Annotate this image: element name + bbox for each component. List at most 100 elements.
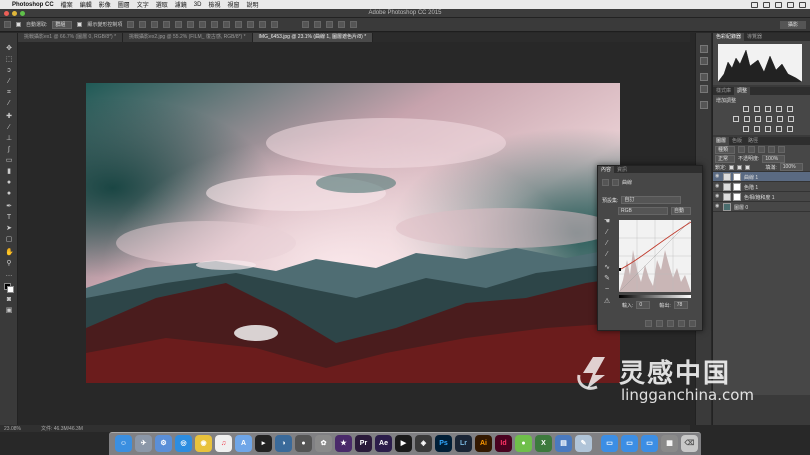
photoshop-icon[interactable]: Ps <box>435 435 452 452</box>
align-middle-button[interactable] <box>139 21 147 28</box>
dodge-tool-icon[interactable]: ● <box>5 190 13 197</box>
layer-mask-thumb[interactable] <box>733 173 741 181</box>
type-tool-icon[interactable]: T <box>5 214 13 221</box>
terminal-icon[interactable]: ▸ <box>255 435 272 452</box>
photo-filter-icon[interactable] <box>766 116 772 122</box>
tab-styles[interactable]: 樣式庫 <box>713 87 734 95</box>
color-balance-icon[interactable] <box>744 116 750 122</box>
safari-icon[interactable]: ◎ <box>175 435 192 452</box>
channel-dropdown[interactable]: RGB <box>618 207 668 215</box>
status-icon[interactable] <box>751 1 758 8</box>
clipping-warning-icon[interactable]: ⚠ <box>603 298 611 305</box>
trash-icon[interactable]: ⌫ <box>681 435 698 452</box>
align-left-button[interactable] <box>163 21 171 28</box>
menu-select[interactable]: 選取 <box>156 0 168 9</box>
pen-tool-icon[interactable]: ✒ <box>5 203 13 210</box>
tab-adjustments[interactable]: 調整 <box>734 87 751 95</box>
final-cut-icon[interactable]: ▶ <box>395 435 412 452</box>
tab-navigator[interactable]: 導覽器 <box>744 33 765 41</box>
layer-mask-thumb[interactable] <box>733 183 741 191</box>
imovie-icon[interactable]: ★ <box>335 435 352 452</box>
auto-button[interactable]: 自動 <box>671 207 692 215</box>
curves-graph[interactable] <box>619 220 691 292</box>
folder-icon[interactable]: ▭ <box>601 435 618 452</box>
menu-window[interactable]: 視窗 <box>227 0 239 9</box>
background-color-swatch[interactable] <box>7 286 14 293</box>
marquee-tool-icon[interactable]: ⬚ <box>5 56 13 63</box>
filter-smart-icon[interactable] <box>778 146 786 153</box>
quick-mask-icon[interactable]: ◙ <box>5 296 13 303</box>
document-image[interactable] <box>86 83 620 383</box>
color-lookup-icon[interactable] <box>788 116 794 122</box>
auto-select-checkbox[interactable] <box>16 22 21 27</box>
screen-mode-icon[interactable]: ▣ <box>5 307 13 314</box>
menu-type[interactable]: 文字 <box>137 0 149 9</box>
visibility-eye-icon[interactable]: ◉ <box>715 204 720 209</box>
selective-color-icon[interactable] <box>787 126 793 132</box>
lock-pixels-icon[interactable] <box>729 164 735 170</box>
menu-filter[interactable]: 濾鏡 <box>175 0 187 9</box>
layer-kind-filter[interactable]: 種類 <box>715 145 736 154</box>
transform-checkbox[interactable] <box>77 22 83 27</box>
clip-to-layer-button[interactable] <box>645 320 652 327</box>
lightroom-icon[interactable]: Lr <box>455 435 472 452</box>
davinci-icon[interactable]: ◈ <box>415 435 432 452</box>
align-right-button[interactable] <box>187 21 195 28</box>
gradient-tool-icon[interactable]: ▮ <box>5 168 13 175</box>
filter-pixel-icon[interactable] <box>738 146 746 153</box>
blend-mode-dropdown[interactable]: 正常 <box>715 154 736 163</box>
channel-mixer-icon[interactable] <box>777 116 783 122</box>
blur-tool-icon[interactable]: ● <box>5 179 13 186</box>
menu-image[interactable]: 影像 <box>99 0 111 9</box>
auto-align-button[interactable] <box>271 21 279 28</box>
lasso-tool-icon[interactable]: ↄ <box>5 67 13 74</box>
output-field[interactable]: 78 <box>673 301 688 309</box>
distribute-right-button[interactable] <box>259 21 267 28</box>
battery-icon[interactable] <box>775 1 782 8</box>
actions-panel-icon[interactable] <box>700 57 708 65</box>
menu-view[interactable]: 檢視 <box>208 0 220 9</box>
toggle-visibility-button[interactable] <box>678 320 685 327</box>
white-point-eyedropper-icon[interactable]: ⁄ <box>603 251 611 258</box>
color-panel-icon[interactable] <box>700 73 708 81</box>
vibrance-icon[interactable] <box>787 106 793 112</box>
menu-edit[interactable]: 編輯 <box>80 0 92 9</box>
distribute-bottom-button[interactable] <box>223 21 231 28</box>
menu-file[interactable]: 檔案 <box>61 0 73 9</box>
quick-select-tool-icon[interactable]: ⁄ <box>5 78 13 85</box>
lock-position-icon[interactable] <box>737 164 743 170</box>
indesign-icon[interactable]: Id <box>495 435 512 452</box>
tab-layers[interactable]: 圖層 <box>713 137 730 145</box>
excel-icon[interactable]: X <box>535 435 552 452</box>
black-point-eyedropper-icon[interactable]: ⁄ <box>603 229 611 236</box>
camera-icon[interactable]: ● <box>295 435 312 452</box>
tab-histogram[interactable]: 色彩紀錄器 <box>713 33 745 41</box>
search-icon[interactable] <box>787 1 794 8</box>
layer-row-base[interactable]: ◉ 圖層 0 <box>713 202 810 212</box>
align-bottom-button[interactable] <box>151 21 159 28</box>
wechat-icon[interactable]: ● <box>515 435 532 452</box>
visibility-eye-icon[interactable]: ◉ <box>715 184 720 189</box>
itunes-icon[interactable]: ♫ <box>215 435 232 452</box>
filter-adjust-icon[interactable] <box>748 146 756 153</box>
notes-icon[interactable]: ✎ <box>575 435 592 452</box>
launchpad-icon[interactable]: ✈ <box>135 435 152 452</box>
illustrator-icon[interactable]: Ai <box>475 435 492 452</box>
levels-icon[interactable] <box>754 106 760 112</box>
filter-type-icon[interactable] <box>758 146 766 153</box>
smooth-curve-icon[interactable]: ~ <box>603 286 611 293</box>
downloads-folder-icon[interactable]: ▭ <box>641 435 658 452</box>
tab-channels[interactable]: 色版 <box>729 137 745 145</box>
hand-tool-icon[interactable]: ✋ <box>5 249 14 256</box>
distribute-middle-button[interactable] <box>211 21 219 28</box>
3d-mode-rotate-button[interactable] <box>302 21 310 28</box>
healing-brush-tool-icon[interactable]: ✚ <box>5 113 13 120</box>
3d-mode-scale-button[interactable] <box>350 21 358 28</box>
history-brush-tool-icon[interactable]: ∫ <box>5 146 13 153</box>
move-tool-preset-button[interactable] <box>4 21 11 28</box>
system-prefs-icon[interactable]: ⚙ <box>155 435 172 452</box>
tab-properties[interactable]: 內容 <box>598 166 615 173</box>
gray-point-eyedropper-icon[interactable]: ⁄ <box>603 240 611 247</box>
brush-tool-icon[interactable]: ∕ <box>5 124 13 131</box>
black-white-icon[interactable] <box>755 116 761 122</box>
